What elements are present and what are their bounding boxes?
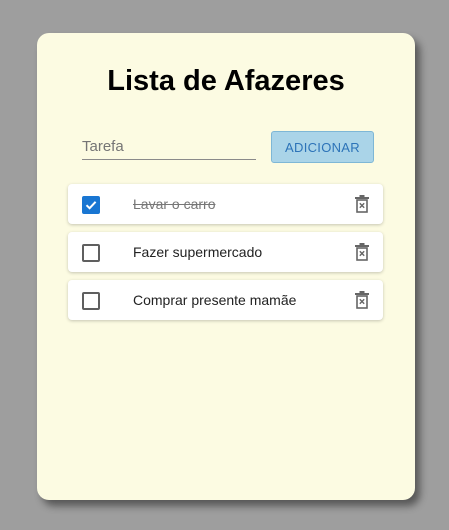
task-label: Lavar o carro <box>133 196 216 212</box>
todo-card: Lista de Afazeres ADICIONAR Lavar o carr… <box>37 33 415 500</box>
check-icon <box>85 201 97 210</box>
task-input[interactable] <box>82 133 256 160</box>
list-item: Comprar presente mamãe <box>68 280 383 320</box>
task-label: Fazer supermercado <box>133 244 263 260</box>
add-button[interactable]: ADICIONAR <box>271 131 374 163</box>
list-item: Fazer supermercado <box>68 232 383 272</box>
trash-icon[interactable] <box>355 291 369 309</box>
trash-icon[interactable] <box>355 243 369 261</box>
task-checkbox[interactable] <box>82 196 100 214</box>
page-title: Lista de Afazeres <box>107 65 345 97</box>
list-item: Lavar o carro <box>68 184 383 224</box>
trash-icon[interactable] <box>355 195 369 213</box>
task-checkbox[interactable] <box>82 292 100 310</box>
task-checkbox[interactable] <box>82 244 100 262</box>
task-label: Comprar presente mamãe <box>133 292 297 308</box>
